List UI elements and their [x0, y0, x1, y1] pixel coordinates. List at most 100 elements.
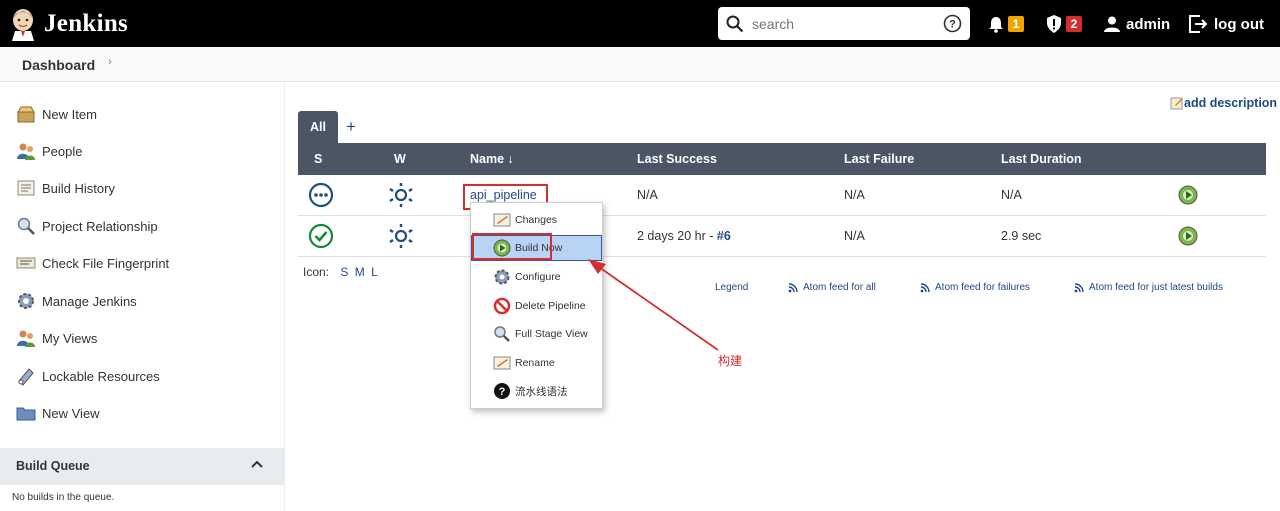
svg-text:?: ? — [949, 19, 956, 31]
tab-all[interactable]: All — [298, 111, 338, 143]
annotation-label: 构建 — [718, 354, 743, 368]
add-description-link[interactable]: add description — [1170, 96, 1277, 110]
sidebar-item-label: Check File Fingerprint — [42, 255, 170, 271]
security-button[interactable]: 2 — [1046, 12, 1082, 36]
sidebar-item-label: My Views — [42, 330, 98, 346]
jobs-table-header: S W Name ↓ Last Success Last Failure Las… — [298, 143, 1266, 175]
jenkins-logo[interactable]: Jenkins — [10, 6, 128, 42]
fingerprint-icon — [16, 257, 36, 269]
last-success: N/A — [637, 188, 658, 202]
delete-icon — [493, 297, 511, 315]
bell-icon — [989, 16, 1003, 33]
sidebar-item-my-views[interactable]: My Views — [16, 327, 97, 349]
people-icon — [17, 330, 35, 347]
sidebar-item-project-relationship[interactable]: Project Relationship — [16, 215, 158, 237]
top-header: Jenkins ? 1 2 admin — [0, 0, 1280, 47]
svg-text:?: ? — [499, 386, 506, 398]
build-link[interactable]: #6 — [717, 229, 731, 243]
breadcrumb-dashboard[interactable]: Dashboard — [22, 57, 95, 73]
edit-icon — [1170, 97, 1183, 110]
search-icon — [494, 326, 510, 342]
menu-item-label: Configure — [515, 271, 561, 283]
menu-item-label: Rename — [515, 357, 555, 369]
gear-icon — [494, 269, 510, 285]
logout-button[interactable]: log out — [1188, 12, 1264, 36]
sidebar-item-build-history[interactable]: Build History — [16, 177, 115, 199]
schedule-build-icon[interactable] — [1178, 226, 1198, 246]
add-description-label: add description — [1184, 96, 1278, 110]
not-built-status-icon — [308, 182, 334, 208]
icon-size-label: Icon: — [303, 265, 330, 279]
sidebar: New Item People Build History Project Re… — [0, 82, 285, 511]
weather-sunny-icon — [389, 224, 413, 248]
help-icon[interactable]: ? — [943, 14, 962, 33]
table-row: api_pipeline N/A N/A N/A — [298, 175, 1266, 216]
user-menu[interactable]: admin — [1104, 12, 1170, 36]
build-queue-title: Build Queue — [16, 459, 90, 473]
sidebar-item-lockable-resources[interactable]: Lockable Resources — [16, 365, 160, 387]
build-history-icon — [17, 180, 35, 196]
sidebar-item-label: Build History — [42, 180, 115, 196]
sidebar-item-label: People — [42, 143, 83, 159]
build-now-highlight-box — [472, 233, 552, 260]
last-failure: N/A — [844, 229, 865, 243]
build-queue-empty: No builds in the queue. — [12, 492, 115, 503]
user-icon — [1104, 16, 1120, 32]
last-duration: 2.9 sec — [1001, 229, 1042, 243]
search-box[interactable]: ? — [718, 7, 970, 40]
notifications-button[interactable]: 1 — [988, 12, 1024, 36]
rss-icon — [788, 282, 798, 292]
gear-icon — [18, 293, 34, 309]
atom-feed-failures-link[interactable]: Atom feed for failures — [920, 282, 1030, 293]
last-duration: N/A — [1001, 188, 1022, 202]
logout-label: log out — [1214, 15, 1264, 33]
atom-feed-all-link[interactable]: Atom feed for all — [788, 282, 876, 293]
success-status-icon — [308, 223, 334, 249]
rss-icon — [920, 282, 930, 292]
menu-item-label: Full Stage View — [515, 328, 588, 340]
icon-size-l[interactable]: L — [371, 265, 378, 279]
icon-size-s[interactable]: S — [340, 265, 348, 279]
sidebar-item-manage-jenkins[interactable]: Manage Jenkins — [16, 290, 137, 312]
atom-feed-latest-link[interactable]: Atom feed for just latest builds — [1074, 282, 1223, 293]
notifications-badge: 1 — [1008, 16, 1024, 32]
col-status[interactable]: S — [314, 152, 322, 166]
weather-sunny-icon — [389, 183, 413, 207]
menu-item-changes[interactable]: Changes — [471, 207, 602, 233]
col-weather[interactable]: W — [394, 152, 406, 166]
table-row: 2 days 20 hr - #6 N/A 2.9 sec — [298, 216, 1266, 257]
new-item-icon — [17, 106, 35, 123]
sidebar-item-check-file-fingerprint[interactable]: Check File Fingerprint — [16, 252, 169, 274]
chevron-up-icon[interactable] — [250, 457, 264, 471]
atom-feed-failures-label: Atom feed for failures — [935, 282, 1031, 293]
menu-item-pipeline-syntax[interactable]: ? 流水线语法 — [471, 378, 602, 404]
col-last-duration[interactable]: Last Duration — [1001, 152, 1082, 166]
sidebar-item-label: New View — [42, 405, 100, 421]
help-icon: ? — [494, 383, 510, 399]
icon-size-m[interactable]: M — [355, 265, 365, 279]
last-success: 2 days 20 hr - #6 — [637, 229, 731, 243]
menu-item-label: 流水线语法 — [515, 385, 568, 398]
lock-icon — [18, 368, 34, 386]
annotation-arrow — [588, 259, 719, 351]
col-last-failure[interactable]: Last Failure — [844, 152, 914, 166]
rss-icon — [1074, 282, 1084, 292]
schedule-build-icon[interactable] — [1178, 185, 1198, 205]
user-name: admin — [1126, 15, 1171, 33]
logout-icon — [1189, 15, 1208, 33]
sidebar-item-label: New Item — [42, 106, 97, 122]
sidebar-item-label: Project Relationship — [42, 218, 158, 234]
col-name[interactable]: Name ↓ — [470, 152, 514, 166]
sidebar-item-people[interactable]: People — [16, 140, 82, 162]
last-failure: N/A — [844, 188, 865, 202]
chevron-right-icon[interactable]: › — [108, 56, 112, 68]
build-queue-header[interactable]: Build Queue — [0, 448, 285, 485]
sidebar-item-new-view[interactable]: New View — [16, 402, 100, 424]
search-input[interactable] — [752, 15, 932, 32]
sidebar-item-new-item[interactable]: New Item — [16, 103, 97, 125]
search-icon — [17, 217, 35, 235]
menu-item-label: Changes — [515, 214, 558, 226]
add-view-button[interactable]: + — [346, 117, 356, 137]
col-last-success[interactable]: Last Success — [637, 152, 717, 166]
changes-icon — [493, 213, 511, 227]
